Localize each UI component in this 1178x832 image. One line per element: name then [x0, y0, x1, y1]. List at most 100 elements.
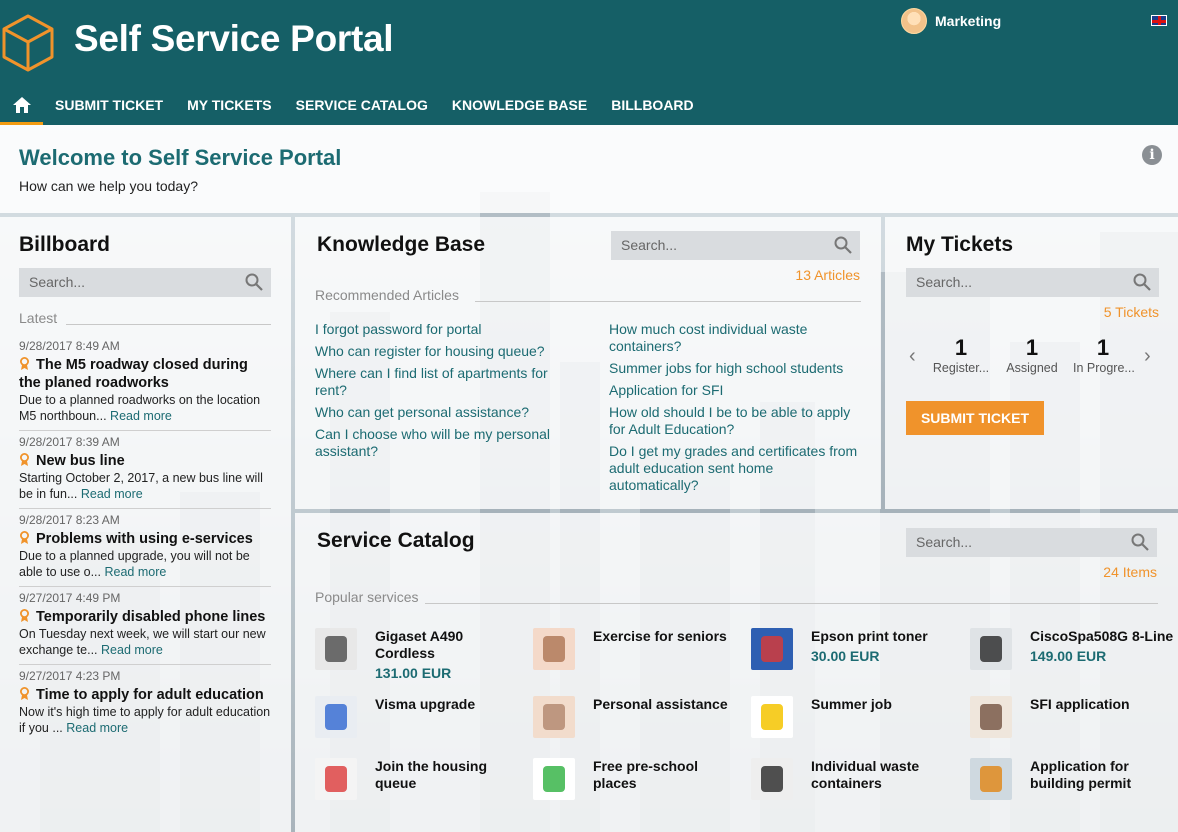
service-item[interactable]: Gigaset A490 Cordless 131.00 EUR [315, 628, 525, 683]
service-item[interactable]: Exercise for seniors [533, 628, 743, 683]
service-name[interactable]: Personal assistance [593, 696, 743, 713]
service-name[interactable]: Epson print toner [811, 628, 961, 645]
main-nav: SUBMIT TICKET MY TICKETS SERVICE CATALOG… [0, 88, 706, 125]
service-name[interactable]: Gigaset A490 Cordless [375, 628, 525, 662]
service-name[interactable]: Join the housing queue [375, 758, 525, 792]
billboard-excerpt: Starting October 2, 2017, a new bus line… [19, 471, 263, 501]
ticket-stat-registered[interactable]: 1 Register... [931, 335, 991, 375]
billboard-date: 9/28/2017 8:49 AM [19, 339, 120, 353]
catalog-item-count[interactable]: 24 Items [1103, 564, 1157, 580]
read-more-link[interactable]: Read more [81, 487, 143, 501]
kb-article-link[interactable]: Summer jobs for high school students [609, 360, 859, 377]
kb-article-link[interactable]: Who can get personal assistance? [315, 404, 565, 421]
billboard-item[interactable]: 9/27/2017 4:23 PM Time to apply for adult… [19, 669, 271, 736]
recommended-label: Recommended Articles [315, 287, 459, 303]
phone-cordless-icon [315, 628, 357, 670]
uk-flag-icon[interactable] [1151, 15, 1167, 26]
kb-article-link[interactable]: I forgot password for portal [315, 321, 565, 338]
billboard-excerpt: Due to a planned roadworks on the locati… [19, 393, 261, 423]
service-name[interactable]: CiscoSpa508G 8-Line [1030, 628, 1178, 645]
billboard-item[interactable]: 9/28/2017 8:49 AM The M5 roadway closed d… [19, 339, 271, 431]
service-name[interactable]: Individual waste containers [811, 758, 961, 792]
seniors-icon [533, 628, 575, 670]
service-price: 30.00 EUR [811, 648, 880, 664]
kb-search-input[interactable]: Search... [611, 231, 860, 260]
divider [19, 508, 271, 509]
catalog-search-input[interactable]: Search... [906, 528, 1157, 557]
billboard-item-title[interactable]: Time to apply for adult education [19, 686, 271, 704]
chevron-left-icon[interactable]: ‹ [909, 345, 916, 368]
service-item[interactable]: Join the housing queue [315, 758, 525, 813]
service-item[interactable]: Application for building permit [970, 758, 1178, 813]
ticket-stat-in-progress[interactable]: 1 In Progre... [1073, 335, 1135, 375]
read-more-link[interactable]: Read more [66, 721, 128, 735]
billboard-item-title[interactable]: Problems with using e-services [19, 530, 271, 548]
ticket-stat-assigned[interactable]: 1 Assigned [1002, 335, 1062, 375]
nav-home[interactable] [0, 88, 43, 125]
service-catalog-title: Service Catalog [317, 529, 475, 552]
toner-icon [751, 628, 793, 670]
kb-article-link[interactable]: Application for SFI [609, 382, 859, 399]
nav-knowledge-base[interactable]: KNOWLEDGE BASE [440, 88, 599, 125]
service-name[interactable]: Visma upgrade [375, 696, 525, 713]
service-name[interactable]: SFI application [1030, 696, 1178, 713]
search-icon[interactable] [834, 236, 852, 254]
kb-article-link[interactable]: How much cost individual waste container… [609, 321, 859, 355]
latest-label: Latest [19, 310, 58, 326]
service-name[interactable]: Application for building permit [1030, 758, 1178, 792]
service-item[interactable]: SFI application [970, 696, 1178, 751]
info-icon[interactable]: i [1142, 145, 1162, 165]
search-icon[interactable] [245, 273, 263, 291]
cube-logo-icon[interactable] [0, 12, 56, 72]
billboard-item-title[interactable]: New bus line [19, 452, 271, 470]
service-name[interactable]: Exercise for seniors [593, 628, 743, 645]
billboard-item[interactable]: 9/27/2017 4:49 PM Temporarily disabled ph… [19, 591, 271, 665]
billboard-item-title[interactable]: Temporarily disabled phone lines [19, 608, 271, 626]
chevron-right-icon[interactable]: › [1144, 345, 1151, 368]
read-more-link[interactable]: Read more [105, 565, 167, 579]
billboard-item[interactable]: 9/28/2017 8:23 AM Problems with using e-s… [19, 513, 271, 587]
divider [19, 430, 271, 431]
user-menu[interactable]: Marketing [901, 8, 1001, 34]
avatar[interactable] [901, 8, 927, 34]
read-more-link[interactable]: Read more [101, 643, 163, 657]
search-icon[interactable] [1133, 273, 1151, 291]
tickets-search-input[interactable]: Search... [906, 268, 1159, 297]
kb-article-link[interactable]: How old should I be to be able to apply … [609, 404, 859, 438]
kb-article-link[interactable]: Do I get my grades and certificates from… [609, 443, 859, 494]
billboard-excerpt: Now it's high time to apply for adult ed… [19, 705, 271, 735]
service-item[interactable]: Free pre-school places [533, 758, 743, 813]
service-item[interactable]: Visma upgrade [315, 696, 525, 751]
crayons-icon [533, 758, 575, 800]
award-ribbon-icon [20, 687, 29, 700]
billboard-excerpt: On Tuesday next week, we will start our … [19, 627, 266, 657]
divider [19, 664, 271, 665]
billboard-item-title[interactable]: The M5 roadway closed during the planed … [19, 356, 271, 392]
kb-article-link[interactable]: Who can register for housing queue? [315, 343, 565, 360]
billboard-search-input[interactable]: Search... [19, 268, 271, 297]
service-item[interactable]: CiscoSpa508G 8-Line 149.00 EUR [970, 628, 1178, 683]
divider [19, 586, 271, 587]
kb-article-count[interactable]: 13 Articles [795, 267, 860, 283]
search-icon[interactable] [1131, 533, 1149, 551]
user-name: Marketing [935, 13, 1002, 29]
kb-article-link[interactable]: Can I choose who will be my personal ass… [315, 426, 565, 460]
service-name[interactable]: Summer job [811, 696, 961, 713]
portal-title: Self Service Portal [74, 18, 394, 59]
service-item[interactable]: Personal assistance [533, 696, 743, 751]
nav-service-catalog[interactable]: SERVICE CATALOG [284, 88, 440, 125]
keyboard-icon [315, 696, 357, 738]
billboard-item[interactable]: 9/28/2017 8:39 AM New bus line Starting Oc… [19, 435, 271, 509]
service-item[interactable]: Summer job [751, 696, 961, 751]
billboard-date: 9/27/2017 4:23 PM [19, 669, 121, 683]
service-item[interactable]: Epson print toner 30.00 EUR [751, 628, 961, 683]
read-more-link[interactable]: Read more [110, 409, 172, 423]
submit-ticket-button[interactable]: SUBMIT TICKET [906, 401, 1044, 435]
service-name[interactable]: Free pre-school places [593, 758, 743, 792]
nav-submit-ticket[interactable]: SUBMIT TICKET [43, 88, 175, 125]
kb-article-link[interactable]: Where can I find list of apartments for … [315, 365, 565, 399]
service-item[interactable]: Individual waste containers [751, 758, 961, 813]
nav-billboard[interactable]: BILLBOARD [599, 88, 705, 125]
nav-my-tickets[interactable]: MY TICKETS [175, 88, 284, 125]
ticket-count[interactable]: 5 Tickets [1104, 304, 1159, 320]
